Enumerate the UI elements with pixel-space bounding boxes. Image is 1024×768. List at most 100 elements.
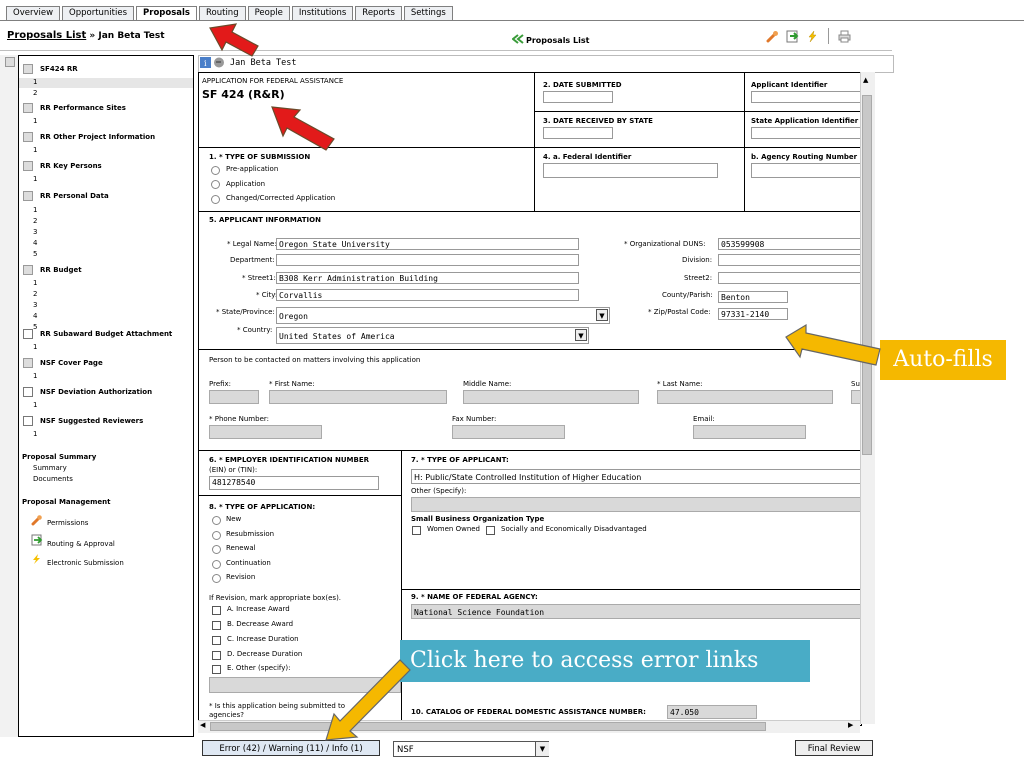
decrease-duration-checkbox[interactable] — [212, 651, 221, 660]
date-received-input[interactable] — [543, 127, 613, 139]
middle-name-input[interactable] — [463, 390, 639, 404]
sidebar-page[interactable]: 1 — [33, 117, 37, 125]
state-app-id-input[interactable] — [751, 127, 861, 139]
sidebar-collapse-toggle[interactable] — [5, 57, 15, 67]
radio-resubmission[interactable] — [212, 531, 221, 540]
zip-input[interactable]: 97331-2140 — [718, 308, 788, 320]
sidebar-page[interactable]: 3 — [33, 228, 37, 236]
documents-link[interactable]: Documents — [33, 475, 73, 483]
radio-application[interactable] — [211, 180, 220, 189]
form-check[interactable] — [23, 265, 33, 275]
sidebar-page[interactable]: 1 — [33, 430, 37, 438]
sidebar-page[interactable]: 1 — [33, 372, 37, 380]
street1-input[interactable]: B308 Kerr Administration Building — [276, 272, 579, 284]
county-input[interactable]: Benton — [718, 291, 788, 303]
sidebar-page[interactable]: 2 — [33, 217, 37, 225]
sidebar-page[interactable]: 4 — [33, 239, 37, 247]
agency-routing-input[interactable] — [751, 163, 861, 178]
sidebar-page[interactable]: 3 — [33, 301, 37, 309]
form-check[interactable] — [23, 387, 33, 397]
federal-agency-input[interactable]: National Science Foundation — [411, 604, 861, 619]
applicant-identifier-input[interactable] — [751, 91, 861, 103]
tab-people[interactable]: People — [247, 6, 290, 20]
lightning-icon[interactable] — [806, 30, 819, 43]
city-input[interactable]: Corvallis — [276, 289, 579, 301]
sidebar-page[interactable]: 1 — [33, 175, 37, 183]
sidebar-form-key-persons[interactable]: RR Key Persons — [23, 161, 102, 171]
sidebar-form-budget[interactable]: RR Budget — [23, 265, 82, 275]
radio-continuation[interactable] — [212, 560, 221, 569]
proposals-list-link[interactable]: Proposals List — [526, 36, 589, 45]
radio-revision[interactable] — [212, 574, 221, 583]
scroll-right-arrow[interactable]: ▶ — [848, 721, 853, 729]
tab-overview[interactable]: Overview — [6, 6, 61, 20]
form-check[interactable] — [23, 64, 33, 74]
sidebar-form-nsf-reviewers[interactable]: NSF Suggested Reviewers — [23, 416, 143, 426]
vertical-scroll-thumb[interactable] — [862, 95, 872, 455]
federal-identifier-input[interactable] — [543, 163, 718, 178]
state-select[interactable]: Oregon — [276, 307, 610, 324]
street2-input[interactable] — [718, 272, 861, 284]
sidebar-page[interactable]: 1 — [33, 343, 37, 351]
date-submitted-input[interactable] — [543, 91, 613, 103]
form-check[interactable] — [23, 132, 33, 142]
sidebar-page[interactable]: 4 — [33, 312, 37, 320]
tab-settings[interactable]: Settings — [403, 6, 453, 20]
other-revision-checkbox[interactable] — [212, 665, 221, 674]
error-warning-info-button[interactable]: Error (42) / Warning (11) / Info (1) — [202, 740, 380, 756]
attachment-icon[interactable] — [213, 57, 225, 68]
scroll-up-arrow[interactable]: ▲ — [863, 76, 868, 84]
final-review-button[interactable]: Final Review — [795, 740, 873, 756]
summary-link[interactable]: Summary — [33, 464, 67, 472]
legal-name-input[interactable]: Oregon State University — [276, 238, 579, 250]
radio-pre-application[interactable] — [211, 166, 220, 175]
form-check[interactable] — [23, 103, 33, 113]
ein-input[interactable]: 481278540 — [209, 476, 379, 490]
horizontal-scroll-thumb[interactable] — [210, 722, 766, 731]
sidebar-form-subaward[interactable]: RR Subaward Budget Attachment — [23, 329, 172, 339]
form-check[interactable] — [23, 416, 33, 426]
info-icon[interactable]: i — [200, 57, 211, 68]
last-name-input[interactable] — [657, 390, 833, 404]
radio-changed-corrected[interactable] — [211, 195, 220, 204]
sidebar-form-nsf-cover[interactable]: NSF Cover Page — [23, 358, 103, 368]
disadvantaged-checkbox[interactable] — [486, 526, 495, 535]
department-input[interactable] — [276, 254, 579, 266]
form-check[interactable] — [23, 329, 33, 339]
tab-routing[interactable]: Routing — [199, 6, 246, 20]
sidebar-page[interactable]: 2 — [33, 89, 37, 97]
phone-input[interactable] — [209, 425, 322, 439]
wrench-icon[interactable] — [766, 30, 779, 43]
breadcrumb-proposals-list-link[interactable]: Proposals List — [7, 30, 86, 41]
form-check[interactable] — [23, 161, 33, 171]
scroll-left-arrow[interactable]: ◀ — [200, 721, 205, 729]
sidebar-page[interactable]: 1 — [33, 206, 37, 214]
division-input[interactable] — [718, 254, 861, 266]
sidebar-page[interactable]: 1 — [33, 78, 37, 86]
duns-input[interactable]: 053599908 — [718, 238, 861, 250]
chevrons-left-icon[interactable] — [512, 34, 524, 44]
decrease-award-checkbox[interactable] — [212, 621, 221, 630]
other-specify-input[interactable] — [411, 497, 861, 512]
tab-opportunities[interactable]: Opportunities — [62, 6, 135, 20]
chevron-down-icon[interactable]: ▼ — [535, 742, 549, 756]
radio-new[interactable] — [212, 516, 221, 525]
sidebar-form-other-project-info[interactable]: RR Other Project Information — [23, 132, 155, 142]
first-name-input[interactable] — [269, 390, 447, 404]
sidebar-page[interactable]: 2 — [33, 290, 37, 298]
email-input[interactable] — [693, 425, 806, 439]
tab-reports[interactable]: Reports — [355, 6, 402, 20]
sidebar-form-performance-sites[interactable]: RR Performance Sites — [23, 103, 126, 113]
agency-select[interactable]: NSF — [393, 741, 549, 757]
chevron-down-icon[interactable]: ▼ — [596, 309, 608, 321]
prefix-input[interactable] — [209, 390, 259, 404]
catalog-input[interactable]: 47.050 — [667, 705, 757, 719]
tab-proposals[interactable]: Proposals — [136, 6, 197, 20]
radio-renewal[interactable] — [212, 545, 221, 554]
electronic-submission-link[interactable]: Electronic Submission — [47, 559, 124, 567]
sidebar-page[interactable]: 5 — [33, 250, 37, 258]
increase-duration-checkbox[interactable] — [212, 636, 221, 645]
increase-award-checkbox[interactable] — [212, 606, 221, 615]
form-check[interactable] — [23, 191, 33, 201]
sidebar-page[interactable]: 1 — [33, 146, 37, 154]
